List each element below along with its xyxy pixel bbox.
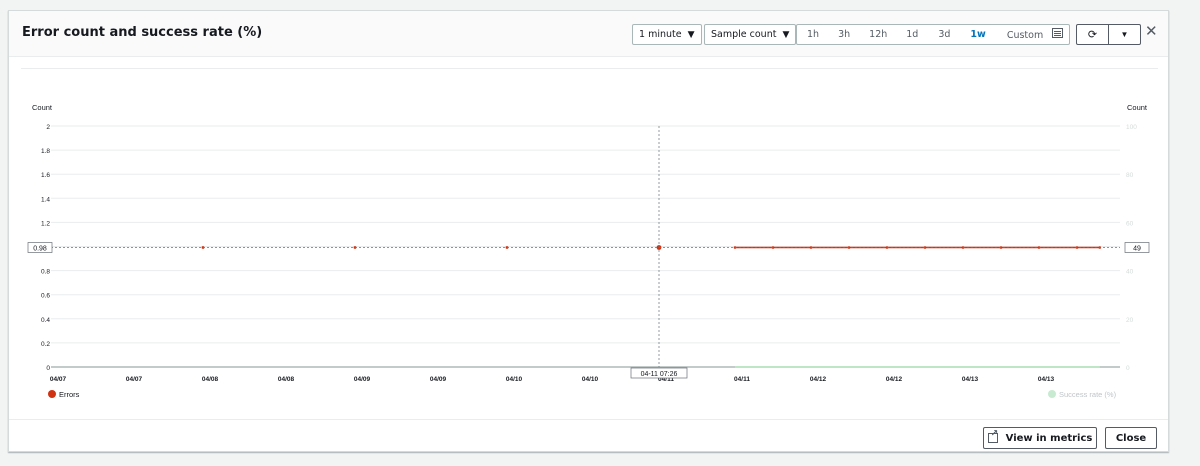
crosshair-x-value: 04-11 07:26 bbox=[641, 371, 678, 378]
legend-errors-label: Errors bbox=[59, 390, 80, 399]
x-tick-label: 04/10 bbox=[506, 376, 523, 383]
right-axis-label: Count bbox=[1127, 103, 1148, 112]
right-tick-label: 60 bbox=[1126, 220, 1134, 227]
left-tick-label: 0.8 bbox=[41, 269, 50, 276]
x-tick-label: 04/12 bbox=[886, 376, 903, 383]
x-tick-label: 04/10 bbox=[582, 376, 599, 383]
widget-footer: View in metrics Close bbox=[9, 419, 1168, 453]
external-link-icon bbox=[987, 429, 998, 443]
right-tick-label: 20 bbox=[1126, 317, 1134, 324]
x-tick-label: 04/07 bbox=[50, 376, 67, 383]
left-tick-label: 0 bbox=[46, 365, 50, 372]
left-tick-label: 1.6 bbox=[41, 172, 50, 179]
crosshair-right-value: 49 bbox=[1133, 246, 1141, 253]
x-tick-label: 04/09 bbox=[354, 376, 371, 383]
right-tick-label: 0 bbox=[1126, 365, 1130, 372]
chart-marks bbox=[201, 245, 1102, 368]
right-tick-label: 40 bbox=[1126, 269, 1134, 276]
x-tick-label: 04/08 bbox=[278, 376, 295, 383]
right-tick-label: 100 bbox=[1126, 124, 1137, 131]
chart: CountCount00.20.40.60.811.21.41.61.82020… bbox=[27, 103, 1150, 399]
x-tick-label: 04/07 bbox=[126, 376, 143, 383]
right-tick-label: 80 bbox=[1126, 172, 1134, 179]
x-tick-label: 04/11 bbox=[734, 376, 750, 383]
left-tick-label: 0.4 bbox=[41, 317, 50, 324]
x-tick-label: 04/12 bbox=[810, 376, 827, 383]
close-button[interactable]: Close bbox=[1105, 427, 1157, 449]
x-tick-label: 04/08 bbox=[202, 376, 219, 383]
chart-ticks: CountCount00.20.40.60.811.21.41.61.82020… bbox=[32, 103, 1148, 383]
legend: Errors Success rate (%) bbox=[48, 390, 1117, 399]
left-tick-label: 0.2 bbox=[41, 341, 50, 348]
close-label: Close bbox=[1115, 432, 1147, 444]
view-in-metrics-button[interactable]: View in metrics bbox=[983, 427, 1097, 449]
chart-grid bbox=[51, 125, 1120, 368]
metric-widget: Error count and success rate (%) 1 minut… bbox=[8, 10, 1169, 452]
crosshair: 0.98 49 04-11 07:26 bbox=[27, 126, 1150, 379]
x-tick-label: 04/13 bbox=[962, 376, 979, 383]
left-tick-label: 0.6 bbox=[41, 293, 50, 300]
legend-success-swatch bbox=[1048, 390, 1056, 398]
left-tick-label: 1.4 bbox=[41, 196, 50, 203]
legend-errors-swatch bbox=[48, 390, 56, 398]
left-tick-label: 2 bbox=[46, 124, 50, 131]
view-in-metrics-label: View in metrics bbox=[1005, 432, 1093, 444]
x-tick-label: 04/13 bbox=[1038, 376, 1055, 383]
legend-success-label: Success rate (%) bbox=[1059, 390, 1117, 399]
crosshair-left-value: 0.98 bbox=[33, 246, 47, 253]
left-axis-label: Count bbox=[32, 103, 53, 112]
x-tick-label: 04/09 bbox=[430, 376, 447, 383]
left-tick-label: 1.8 bbox=[41, 148, 50, 155]
left-tick-label: 1.2 bbox=[41, 220, 50, 227]
